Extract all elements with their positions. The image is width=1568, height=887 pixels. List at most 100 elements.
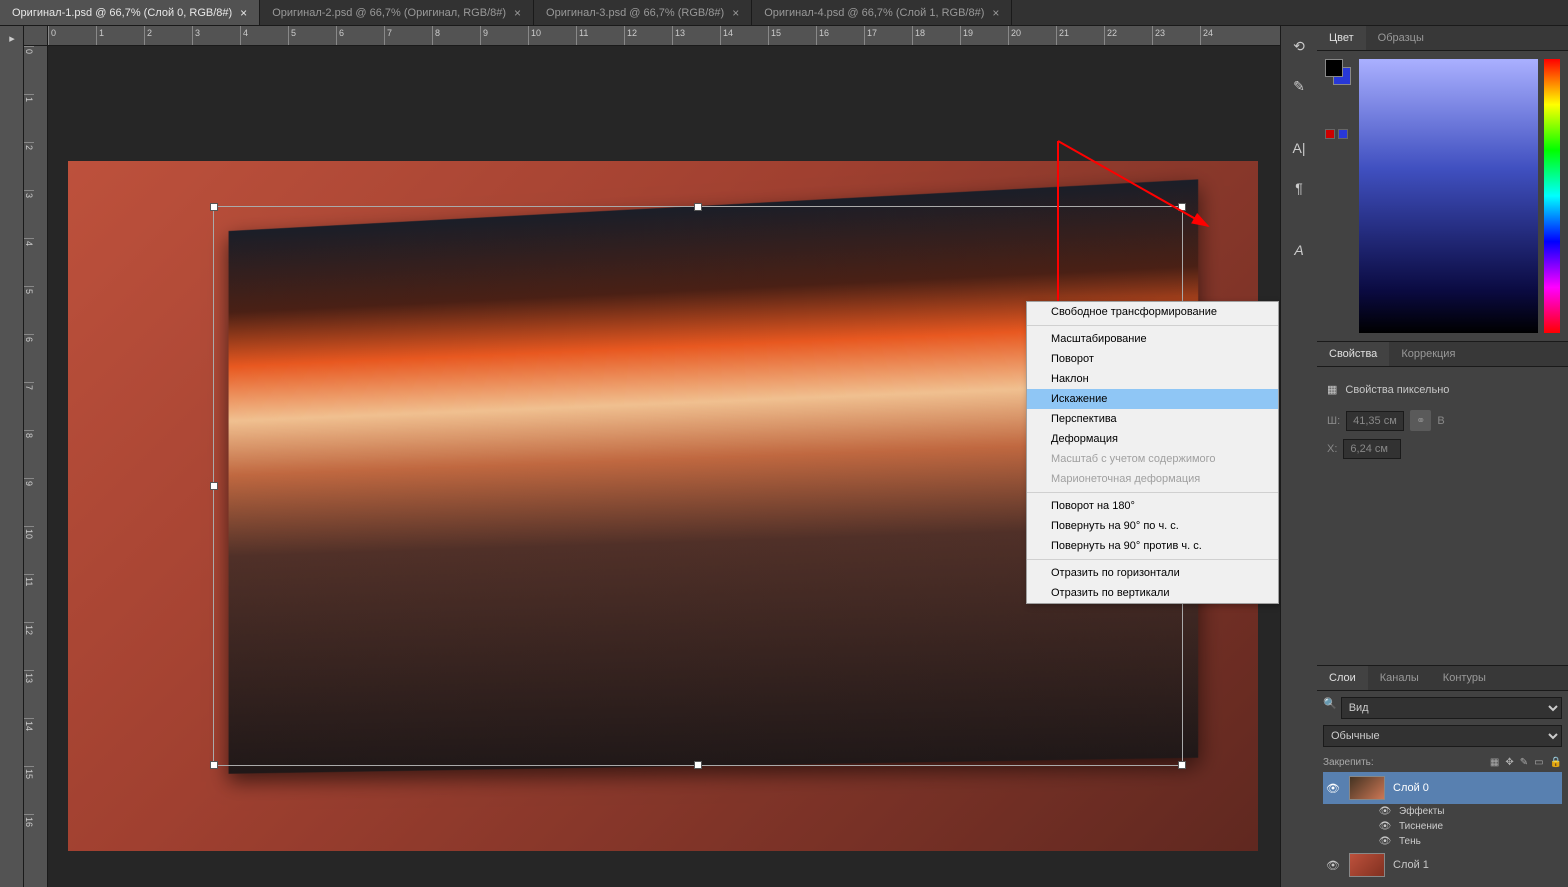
- close-icon[interactable]: ×: [514, 6, 521, 20]
- menu-item[interactable]: Деформация: [1027, 429, 1278, 449]
- menu-item[interactable]: Отразить по горизонтали: [1027, 563, 1278, 583]
- adjustments-tab[interactable]: Коррекция: [1389, 342, 1467, 366]
- width-input[interactable]: [1346, 411, 1404, 431]
- menu-item[interactable]: Наклон: [1027, 369, 1278, 389]
- ruler-tick: 4: [240, 26, 288, 46]
- tab-doc-1[interactable]: Оригинал-1.psd @ 66,7% (Слой 0, RGB/8#)×: [0, 0, 260, 25]
- visibility-icon[interactable]: 👁: [1377, 806, 1393, 817]
- warning-icon: [1325, 129, 1335, 139]
- ruler-tick: 22: [1104, 26, 1152, 46]
- collapsed-panels-bar: ⟲ ✎ A| ¶ A: [1280, 26, 1317, 887]
- paths-tab[interactable]: Контуры: [1431, 666, 1498, 690]
- lock-artboard-icon[interactable]: ▭: [1534, 757, 1543, 768]
- right-panels: Цвет Образцы Свойства Коррекция: [1317, 26, 1568, 887]
- filter-select[interactable]: Вид: [1341, 697, 1562, 719]
- character-icon[interactable]: A|: [1285, 134, 1313, 162]
- x-label: X:: [1327, 443, 1337, 455]
- color-picker[interactable]: [1359, 59, 1538, 333]
- swatches-tab[interactable]: Образцы: [1366, 26, 1436, 50]
- ruler-tick: 18: [912, 26, 960, 46]
- search-icon[interactable]: 🔍: [1323, 697, 1337, 719]
- ruler-tick: 14: [720, 26, 768, 46]
- menu-separator: [1027, 492, 1278, 493]
- lock-brush-icon[interactable]: ✎: [1520, 757, 1528, 768]
- tab-doc-4[interactable]: Оригинал-4.psd @ 66,7% (Слой 1, RGB/8#) ×: [752, 0, 1012, 25]
- ruler-tick: 2: [24, 142, 34, 190]
- layer-name: Слой 1: [1393, 859, 1429, 871]
- ruler-tick: 10: [24, 526, 34, 574]
- menu-item[interactable]: Свободное трансформирование: [1027, 302, 1278, 322]
- foreground-color[interactable]: [1325, 59, 1343, 77]
- brush-icon[interactable]: ✎: [1285, 72, 1313, 100]
- menu-item[interactable]: Повернуть на 90° против ч. с.: [1027, 536, 1278, 556]
- properties-header: Свойства пиксельно: [1345, 384, 1449, 396]
- layer-item-1[interactable]: 👁 Слой 1: [1323, 849, 1562, 881]
- lock-pixels-icon[interactable]: ▦: [1490, 757, 1499, 768]
- glyphs-icon[interactable]: A: [1285, 236, 1313, 264]
- menu-item[interactable]: Искажение: [1027, 389, 1278, 409]
- canvas-area: 0123456789101112131415161718192021222324…: [24, 26, 1280, 887]
- fg-bg-swatches[interactable]: [1325, 59, 1353, 333]
- layer-thumbnail[interactable]: [1349, 776, 1385, 800]
- lock-all-icon[interactable]: 🔒: [1550, 757, 1562, 768]
- menu-item[interactable]: Повернуть на 90° по ч. с.: [1027, 516, 1278, 536]
- close-icon[interactable]: ×: [732, 6, 739, 20]
- history-icon[interactable]: ⟲: [1285, 32, 1313, 60]
- lock-position-icon[interactable]: ✥: [1505, 757, 1513, 768]
- link-icon[interactable]: ⚭: [1410, 410, 1431, 431]
- menu-item[interactable]: Поворот: [1027, 349, 1278, 369]
- close-icon[interactable]: ×: [992, 6, 999, 20]
- visibility-icon[interactable]: 👁: [1325, 782, 1341, 795]
- layers-tab[interactable]: Слои: [1317, 666, 1368, 690]
- layer-item-0[interactable]: 👁 Слой 0: [1323, 772, 1562, 804]
- visibility-icon[interactable]: 👁: [1377, 821, 1393, 832]
- ruler-tick: 17: [864, 26, 912, 46]
- current-color-icon: [1338, 129, 1348, 139]
- menu-item[interactable]: Перспектива: [1027, 409, 1278, 429]
- ruler-tick: 14: [24, 718, 34, 766]
- document-tabs: Оригинал-1.psd @ 66,7% (Слой 0, RGB/8#)×…: [0, 0, 1568, 26]
- layer-thumbnail[interactable]: [1349, 853, 1385, 877]
- blend-mode-select[interactable]: Обычные: [1323, 725, 1562, 747]
- ruler-corner: [24, 26, 48, 46]
- ruler-tick: 0: [48, 26, 96, 46]
- ruler-tick: 1: [24, 94, 34, 142]
- ruler-tick: 7: [24, 382, 34, 430]
- menu-item[interactable]: Отразить по вертикали: [1027, 583, 1278, 603]
- ruler-tick: 20: [1008, 26, 1056, 46]
- effect-bevel: Тиснение: [1399, 821, 1443, 832]
- tab-doc-3[interactable]: Оригинал-3.psd @ 66,7% (RGB/8#) ×: [534, 0, 752, 25]
- ruler-tick: 0: [24, 46, 34, 94]
- transform-context-menu: Свободное трансформирование Масштабирован…: [1026, 301, 1279, 604]
- ruler-tick: 24: [1200, 26, 1248, 46]
- ruler-tick: 9: [24, 478, 34, 526]
- tab-doc-2[interactable]: Оригинал-2.psd @ 66,7% (Оригинал, RGB/8#…: [260, 0, 534, 25]
- hue-slider[interactable]: [1544, 59, 1560, 333]
- properties-tab[interactable]: Свойства: [1317, 342, 1389, 366]
- x-input[interactable]: [1343, 439, 1401, 459]
- visibility-icon[interactable]: 👁: [1325, 859, 1341, 872]
- ruler-tick: 11: [24, 574, 34, 622]
- width-label: Ш:: [1327, 415, 1340, 427]
- properties-panel: Свойства Коррекция ▦ Свойства пиксельно …: [1317, 341, 1568, 477]
- ruler-tick: 2: [144, 26, 192, 46]
- channels-tab[interactable]: Каналы: [1368, 666, 1431, 690]
- color-tab[interactable]: Цвет: [1317, 26, 1366, 50]
- pixel-layer-icon: ▦: [1327, 383, 1337, 396]
- tool-button[interactable]: ▸: [0, 26, 24, 50]
- menu-item[interactable]: Масштабирование: [1027, 329, 1278, 349]
- close-icon[interactable]: ×: [240, 6, 247, 20]
- ruler-tick: 6: [24, 334, 34, 382]
- ruler-tick: 3: [192, 26, 240, 46]
- ruler-tick: 7: [384, 26, 432, 46]
- tab-label: Оригинал-3.psd @ 66,7% (RGB/8#): [546, 7, 724, 19]
- tab-label: Оригинал-4.psd @ 66,7% (Слой 1, RGB/8#): [764, 7, 984, 19]
- ruler-tick: 4: [24, 238, 34, 286]
- ruler-tick: 13: [24, 670, 34, 718]
- menu-item[interactable]: Поворот на 180°: [1027, 496, 1278, 516]
- visibility-icon[interactable]: 👁: [1377, 836, 1393, 847]
- ruler-vertical: 012345678910111213141516: [24, 46, 48, 887]
- paragraph-icon[interactable]: ¶: [1285, 174, 1313, 202]
- ruler-tick: 19: [960, 26, 1008, 46]
- ruler-tick: 11: [576, 26, 624, 46]
